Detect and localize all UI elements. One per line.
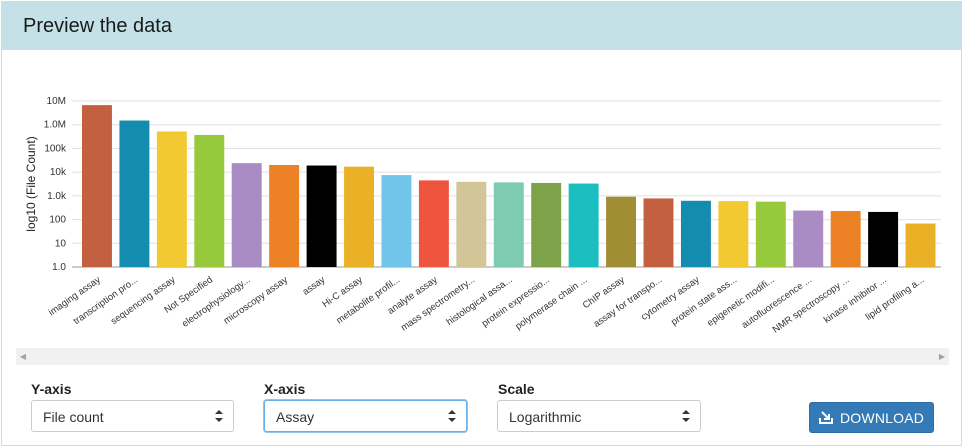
bar: [456, 181, 487, 267]
x-tick-label: kinase inhibitor ...: [822, 274, 889, 325]
y-tick-label: 1.0: [52, 262, 66, 273]
bar: [381, 175, 412, 267]
scale-select-value: Logarithmic: [509, 409, 582, 425]
y-tick-label: 10: [55, 238, 67, 249]
y-axis-ticks: 1.0 10 100 1.0k 10k 100k 1.0M 10M: [44, 96, 67, 273]
bar: [418, 180, 449, 267]
bar: [82, 105, 112, 267]
download-icon: [819, 411, 833, 424]
y-axis-label: log10 (File Count): [24, 136, 38, 231]
scale-select[interactable]: Logarithmic: [497, 400, 701, 432]
download-button[interactable]: DOWNLOAD: [809, 402, 934, 433]
bar: [643, 198, 674, 267]
y-tick-label: 100k: [44, 143, 67, 154]
x-tick-label: assay: [301, 274, 328, 297]
bar: [269, 165, 300, 267]
y-axis-select-value: File count: [43, 409, 104, 425]
x-axis-select[interactable]: Assay: [264, 400, 467, 432]
file-count-bar-chart: 1.0101001.0k10k100k1.0M10M imaging assay…: [24, 96, 941, 336]
bar: [344, 166, 374, 267]
y-tick-label: 1.0k: [47, 191, 67, 202]
y-tick-label: 10M: [47, 96, 66, 107]
y-axis-select[interactable]: File count: [31, 400, 234, 432]
x-tick-label: microscopy assay: [222, 274, 290, 326]
bar: [231, 163, 262, 267]
y-tick-label: 100: [49, 215, 66, 226]
scroll-left-icon[interactable]: ◀: [16, 348, 30, 365]
select-caret-icon: [448, 410, 456, 422]
x-tick-label: protein state ass...: [669, 274, 739, 328]
bar: [493, 182, 524, 267]
x-tick-label: transcription pro...: [72, 274, 141, 327]
x-tick-label: sequencing assay: [109, 274, 178, 327]
x-tick-label: metabolite profil...: [334, 274, 402, 326]
x-tick-label: electrophysiology...: [180, 274, 252, 329]
bar: [868, 211, 899, 267]
bar: [793, 210, 824, 267]
bar: [755, 201, 786, 267]
x-axis-label-heading: X-axis: [264, 381, 306, 397]
x-axis-select-value: Assay: [276, 409, 315, 425]
select-caret-icon: [215, 410, 223, 422]
bar: [119, 120, 150, 267]
y-tick-label: 1.0M: [44, 120, 66, 131]
chart-horizontal-scrollbar[interactable]: ◀ ▶: [16, 348, 949, 365]
download-button-label: DOWNLOAD: [840, 410, 925, 426]
panel-title: Preview the data: [23, 15, 172, 37]
bar: [156, 131, 187, 267]
bar: [194, 134, 225, 267]
x-axis-ticks: imaging assaytranscription pro...sequenc…: [47, 274, 927, 335]
bar: [905, 223, 936, 267]
bar: [718, 201, 749, 267]
bar: [531, 182, 562, 267]
y-tick-label: 10k: [50, 167, 67, 178]
bar: [680, 200, 711, 267]
scale-label-heading: Scale: [498, 381, 535, 397]
chart-bars: [82, 105, 936, 267]
select-caret-icon: [682, 410, 690, 422]
scroll-right-icon[interactable]: ▶: [935, 348, 949, 365]
x-tick-label: assay for transpo...: [592, 274, 664, 329]
bar: [306, 165, 337, 267]
bar: [606, 196, 637, 267]
bar: [830, 210, 861, 267]
bar: [568, 183, 599, 267]
y-axis-label-heading: Y-axis: [31, 381, 72, 397]
panel-header: Preview the data: [1, 1, 962, 50]
